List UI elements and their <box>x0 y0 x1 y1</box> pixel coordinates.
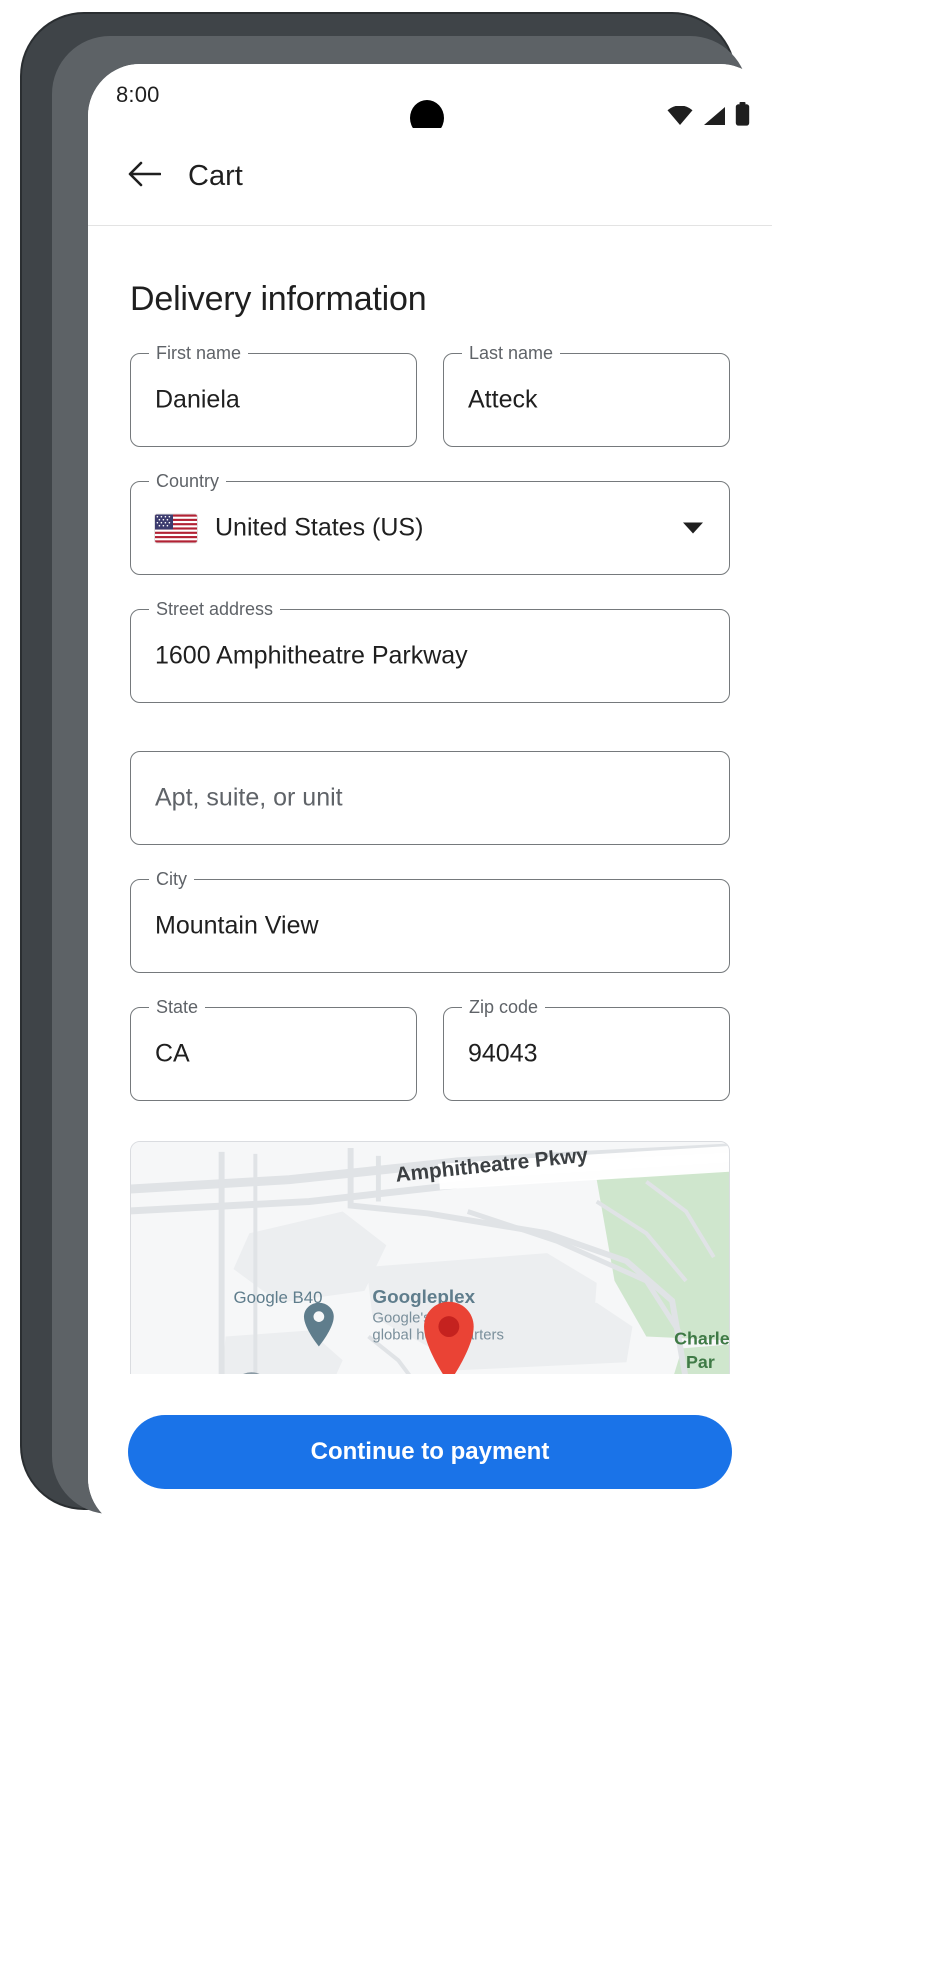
last-name-field[interactable]: Last name Atteck <box>443 343 730 447</box>
continue-to-payment-button[interactable]: Continue to payment <box>128 1415 732 1489</box>
state-value: CA <box>155 1039 190 1068</box>
last-name-value: Atteck <box>468 385 538 414</box>
map-park-label-2: Par <box>686 1352 715 1372</box>
delivery-form-scroll-area[interactable]: Delivery information First name Daniela … <box>88 226 772 1374</box>
first-name-field[interactable]: First name Daniela <box>130 343 417 447</box>
zip-code-value: 94043 <box>468 1039 538 1068</box>
status-time: 8:00 <box>116 82 160 107</box>
arrow-back-icon <box>127 159 162 194</box>
country-value: United States (US) <box>215 513 424 542</box>
state-field[interactable]: State CA <box>130 997 417 1101</box>
city-field[interactable]: City Mountain View <box>130 869 730 973</box>
first-name-label: First name <box>149 343 249 364</box>
apt-suite-unit-field[interactable]: Apt, suite, or unit <box>130 751 730 845</box>
first-name-value: Daniela <box>155 385 240 414</box>
state-label: State <box>149 997 206 1018</box>
map-poi-googleplex: Googleplex <box>372 1286 475 1307</box>
city-value: Mountain View <box>155 911 319 940</box>
city-label: City <box>149 869 194 890</box>
back-button[interactable] <box>124 157 164 197</box>
app-bar: Cart <box>88 128 772 226</box>
zip-code-field[interactable]: Zip code 94043 <box>443 997 730 1101</box>
name-field-row: First name Daniela Last name Atteck <box>88 319 772 447</box>
us-flag-icon <box>155 514 197 542</box>
zip-code-label: Zip code <box>462 997 546 1018</box>
country-label: Country <box>149 471 227 492</box>
state-zip-field-row: State CA Zip code 94043 <box>88 973 772 1101</box>
phone-bezel: 8:00 Cart Delivery information First nam… <box>52 36 772 1530</box>
map-poi-google-b40: Google B40 <box>234 1288 323 1307</box>
street-address-field[interactable]: Street address 1600 Amphitheatre Parkway <box>130 599 730 703</box>
phone-frame: 8:00 Cart Delivery information First nam… <box>22 14 772 1530</box>
bottom-action-bar: Continue to payment <box>88 1374 772 1530</box>
last-name-label: Last name <box>462 343 561 364</box>
section-title: Delivery information <box>130 280 427 318</box>
map-park-label-1: Charle <box>674 1328 729 1348</box>
battery-icon <box>735 102 750 131</box>
apt-suite-unit-placeholder: Apt, suite, or unit <box>155 783 343 812</box>
street-address-value: 1600 Amphitheatre Parkway <box>155 641 468 670</box>
map-canvas: Amphitheatre Pkwy Google B40 Googleplex … <box>131 1142 729 1374</box>
country-value-group: United States (US) <box>155 514 423 543</box>
status-bar: 8:00 <box>88 64 772 136</box>
street-address-label: Street address <box>149 599 281 620</box>
phone-screen: 8:00 Cart Delivery information First nam… <box>88 64 772 1530</box>
status-icons <box>667 102 750 131</box>
chevron-down-icon[interactable] <box>683 522 703 534</box>
country-select[interactable]: Country United States (US) <box>130 471 730 575</box>
address-map[interactable]: Amphitheatre Pkwy Google B40 Googleplex … <box>130 1141 730 1374</box>
page-title: Cart <box>188 160 243 192</box>
